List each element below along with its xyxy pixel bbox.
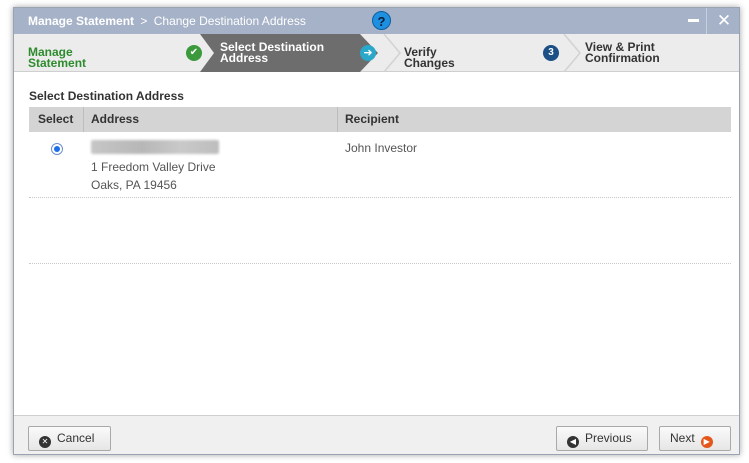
step-separator-chevron <box>383 34 401 72</box>
column-recipient: Recipient <box>345 112 400 126</box>
step-select-destination-address: Select Destination Address <box>200 34 378 72</box>
arrow-right-icon: ➜ <box>360 45 376 61</box>
step-label: Verify Changes <box>404 45 455 70</box>
previous-button[interactable]: ◀ Previous <box>556 426 648 451</box>
manage-statement-dialog: Manage Statement > Change Destination Ad… <box>13 7 740 455</box>
title-main: Manage Statement <box>28 14 135 28</box>
title-separator: > <box>140 14 148 28</box>
column-select: Select <box>38 112 74 126</box>
chevron-left-icon: ◀ <box>567 436 579 448</box>
section-title: Select Destination Address <box>29 89 184 103</box>
minimize-icon[interactable] <box>678 8 708 34</box>
column-divider <box>83 107 84 132</box>
step-label-line2: Confirmation <box>585 51 660 65</box>
step-number-badge: 3 <box>543 45 559 61</box>
titlebar-divider <box>706 8 707 34</box>
title-sub: Change Destination Address <box>153 14 306 28</box>
table-row[interactable]: 1 Freedom Valley Drive Oaks, PA 19456 Jo… <box>29 132 731 198</box>
step-separator-chevron <box>563 34 581 72</box>
close-icon[interactable]: ✕ <box>709 8 739 34</box>
address-table: Select Address Recipient 1 Freedom Valle… <box>29 107 731 264</box>
dialog-footer: ✕ Cancel ◀ Previous Next ▶ <box>14 415 739 454</box>
table-header: Select Address Recipient <box>29 107 731 132</box>
cancel-button[interactable]: ✕ Cancel <box>28 426 111 451</box>
previous-label: Previous <box>585 431 632 445</box>
step-label-line2: Address <box>220 51 269 65</box>
address-line-2: Oaks, PA 19456 <box>91 178 177 192</box>
cancel-icon: ✕ <box>39 436 51 448</box>
recipient-name: John Investor <box>345 141 418 155</box>
column-divider <box>337 107 338 132</box>
empty-row <box>29 198 731 264</box>
address-line-1: 1 Freedom Valley Drive <box>91 160 216 174</box>
column-address: Address <box>91 112 140 126</box>
chevron-right-icon: ▶ <box>700 436 713 448</box>
next-label: Next <box>670 431 695 445</box>
step-label: Manage Statement <box>28 45 87 70</box>
cancel-label: Cancel <box>57 431 95 445</box>
redacted-address-name <box>91 140 219 154</box>
address-radio[interactable] <box>51 143 63 155</box>
help-icon[interactable]: ? <box>372 11 391 30</box>
next-button[interactable]: Next ▶ <box>659 426 731 451</box>
wizard-steps: Manage Statement ✔ Select Destination Ad… <box>14 34 739 72</box>
